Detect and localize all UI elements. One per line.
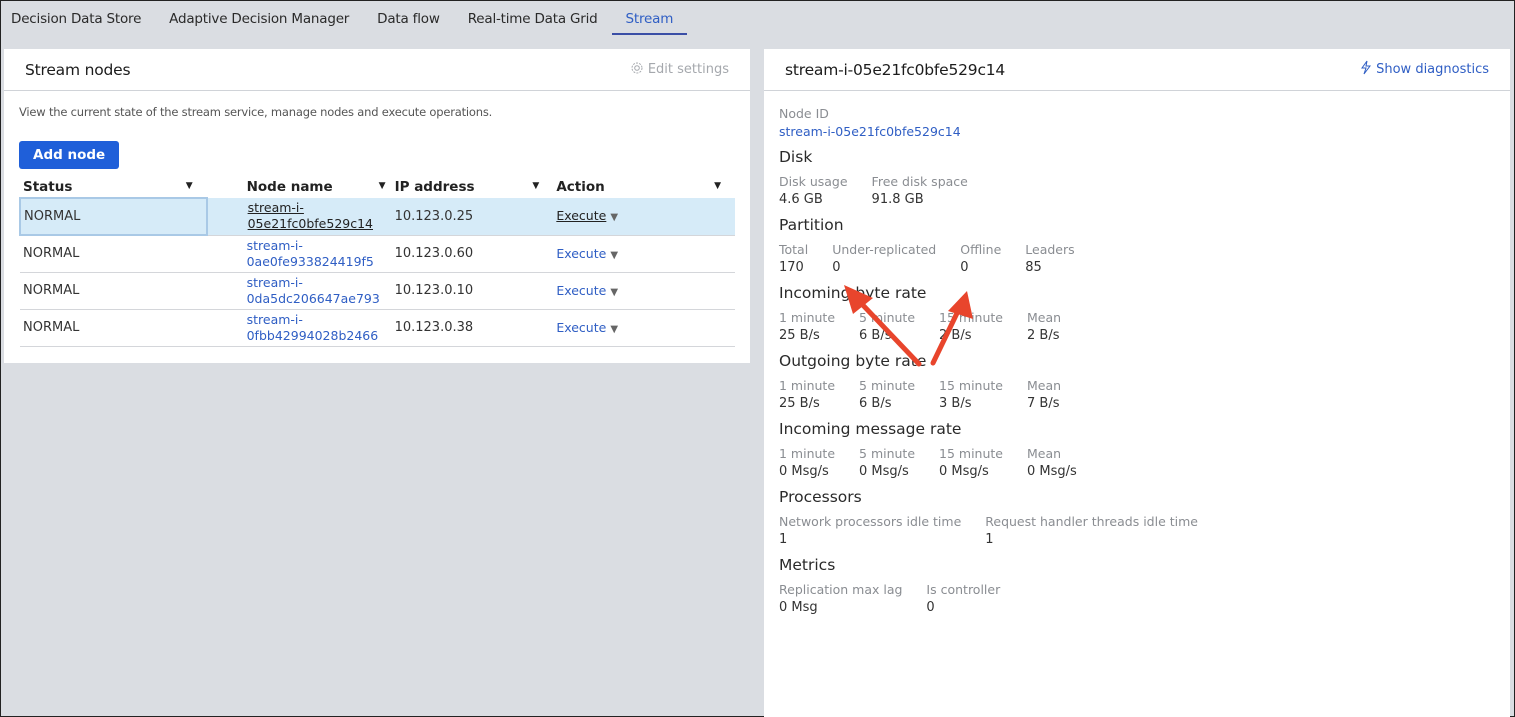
tab-stream[interactable]: Stream <box>611 1 688 35</box>
column-header-ip-address[interactable]: IP address ▼ <box>392 176 554 198</box>
chevron-down-icon[interactable]: ▼ <box>610 287 618 298</box>
stream-nodes-panel: Stream nodes Edit settings View the curr… <box>4 49 750 363</box>
table-header-row: Status ▼ Node name ▼ IP address ▼ Action ▼ <box>20 176 735 198</box>
node-details-panel: stream-i-05e21fc0bfe529c14 Show diagnost… <box>764 49 1510 717</box>
column-header-action[interactable]: Action ▼ <box>553 176 735 198</box>
panel-title: Stream nodes <box>25 60 131 79</box>
execute-menu[interactable]: Execute <box>556 208 606 223</box>
incoming-message-rate-title: Incoming message rate <box>779 420 962 438</box>
free-disk-space-field: Free disk space 91.8 GB <box>871 174 968 207</box>
node-name-link[interactable]: stream-i-05e21fc0bfe529c14 <box>248 200 373 231</box>
disk-section-title: Disk <box>779 148 813 166</box>
nodes-table: Status ▼ Node name ▼ IP address ▼ Action ▼ N… <box>19 176 735 347</box>
tab-real-time-data-grid[interactable]: Real-time Data Grid <box>468 1 598 35</box>
chevron-down-icon[interactable]: ▼ <box>610 250 618 261</box>
execute-menu[interactable]: Execute <box>556 246 606 261</box>
disk-usage-field: Disk usage 4.6 GB <box>779 174 848 207</box>
add-node-button[interactable]: Add node <box>19 141 120 169</box>
tab-adaptive-decision-manager[interactable]: Adaptive Decision Manager <box>169 1 349 35</box>
panel-description: View the current state of the stream ser… <box>19 105 493 119</box>
ip-address-cell: 10.123.0.60 <box>391 235 554 273</box>
metric-field: Mean 2 B/s <box>1027 310 1062 343</box>
status-cell: NORMAL <box>20 272 207 310</box>
partition-fields: Total 170 Under-replicated 0 Offline 0 Lead… <box>779 242 1510 275</box>
outgoing-byte-rate-title: Outgoing byte rate <box>779 352 927 370</box>
chevron-down-icon[interactable]: ▼ <box>610 212 618 223</box>
metric-field: 1 minute 25 B/s <box>779 310 836 343</box>
edit-settings-label: Edit settings <box>647 62 729 77</box>
node-name-link[interactable]: stream-i-0ae0fe933824419f5 <box>247 238 374 269</box>
ip-address-cell: 10.123.0.38 <box>391 309 554 347</box>
request-handler-idle-field: Request handler threads idle time 1 <box>985 514 1198 547</box>
is-controller-field: Is controller 0 <box>926 582 1001 615</box>
incoming-message-rate-fields: 1 minute 0 Msg/s 5 minute 0 Msg/s 15 minut… <box>779 446 1510 479</box>
status-cell: NORMAL <box>20 309 207 347</box>
metric-field: 15 minute 2 B/s <box>939 310 1003 343</box>
node-name-link[interactable]: stream-i-0fbb42994028b2466 <box>247 312 379 343</box>
metric-field: 5 minute 6 B/s <box>859 378 916 411</box>
top-tab-bar: Decision Data Store Adaptive Decision Ma… <box>1 1 1514 39</box>
incoming-byte-rate-title: Incoming byte rate <box>779 284 927 302</box>
node-name-link[interactable]: stream-i-0da5dc206647ae793 <box>247 275 380 306</box>
processors-title: Processors <box>779 488 862 506</box>
outgoing-byte-rate-fields: 1 minute 25 B/s 5 minute 6 B/s 15 minute 3 … <box>779 378 1510 411</box>
metric-field: Mean 0 Msg/s <box>1027 446 1077 479</box>
table-row[interactable]: NORMAL stream-i-05e21fc0bfe529c14 10.123… <box>19 197 735 236</box>
node-id-link[interactable]: stream-i-05e21fc0bfe529c14 <box>779 124 1510 139</box>
metric-field: 1 minute 25 B/s <box>779 378 836 411</box>
node-id-label: Node ID <box>779 106 829 121</box>
table-row[interactable]: NORMAL stream-i-0fbb42994028b2466 10.123… <box>20 309 735 347</box>
metric-field: 5 minute 6 B/s <box>859 310 916 343</box>
metrics-fields: Replication max lag 0 Msg Is controller 0 <box>779 582 1510 615</box>
metrics-title: Metrics <box>779 556 836 574</box>
show-diagnostics-label: Show diagnostics <box>1376 62 1489 77</box>
tab-data-flow[interactable]: Data flow <box>377 1 440 35</box>
status-cell: NORMAL <box>20 235 207 273</box>
partition-section-title: Partition <box>779 216 844 234</box>
metric-field: 5 minute 0 Msg/s <box>859 446 916 479</box>
under-replicated-field: Under-replicated 0 <box>832 242 937 275</box>
ip-address-cell: 10.123.0.25 <box>391 198 554 236</box>
metric-field: 1 minute 0 Msg/s <box>779 446 836 479</box>
filter-icon[interactable]: ▼ <box>714 181 721 191</box>
filter-icon[interactable]: ▼ <box>532 181 539 191</box>
filter-icon[interactable]: ▼ <box>379 181 386 191</box>
offline-field: Offline 0 <box>960 242 1002 275</box>
ip-address-cell: 10.123.0.10 <box>391 272 554 310</box>
disk-fields: Disk usage 4.6 GB Free disk space 91.8 GB <box>779 174 1510 207</box>
metric-field: 15 minute 3 B/s <box>939 378 1003 411</box>
lightning-icon <box>1360 60 1372 79</box>
show-diagnostics-link[interactable]: Show diagnostics <box>1360 60 1489 79</box>
table-row[interactable]: NORMAL stream-i-0ae0fe933824419f5 10.123… <box>20 235 735 273</box>
gear-icon <box>630 61 644 79</box>
metric-field: 15 minute 0 Msg/s <box>939 446 1003 479</box>
stream-nodes-header: Stream nodes Edit settings <box>4 49 750 91</box>
node-details-title: stream-i-05e21fc0bfe529c14 <box>785 60 1006 79</box>
column-header-status[interactable]: Status ▼ <box>20 176 207 198</box>
metric-field: Mean 7 B/s <box>1027 378 1062 411</box>
edit-settings-button[interactable]: Edit settings <box>630 61 729 79</box>
chevron-down-icon[interactable]: ▼ <box>610 324 618 335</box>
partition-total-field: Total 170 <box>779 242 809 275</box>
incoming-byte-rate-fields: 1 minute 25 B/s 5 minute 6 B/s 15 minute 2 … <box>779 310 1510 343</box>
replication-max-lag-field: Replication max lag 0 Msg <box>779 582 903 615</box>
execute-menu[interactable]: Execute <box>556 283 606 298</box>
node-details-header: stream-i-05e21fc0bfe529c14 Show diagnost… <box>764 49 1510 91</box>
filter-icon[interactable]: ▼ <box>186 181 193 191</box>
status-cell: NORMAL <box>19 197 208 236</box>
node-details-body: Node ID stream-i-05e21fc0bfe529c14 Disk … <box>764 91 1510 615</box>
column-header-node-name[interactable]: Node name ▼ <box>207 176 392 198</box>
processors-fields: Network processors idle time 1 Request ha… <box>779 514 1510 547</box>
leaders-field: Leaders 85 <box>1025 242 1075 275</box>
table-row[interactable]: NORMAL stream-i-0da5dc206647ae793 10.123… <box>20 272 735 310</box>
execute-menu[interactable]: Execute <box>556 320 606 335</box>
tab-decision-data-store[interactable]: Decision Data Store <box>11 1 141 35</box>
network-processors-idle-field: Network processors idle time 1 <box>779 514 962 547</box>
